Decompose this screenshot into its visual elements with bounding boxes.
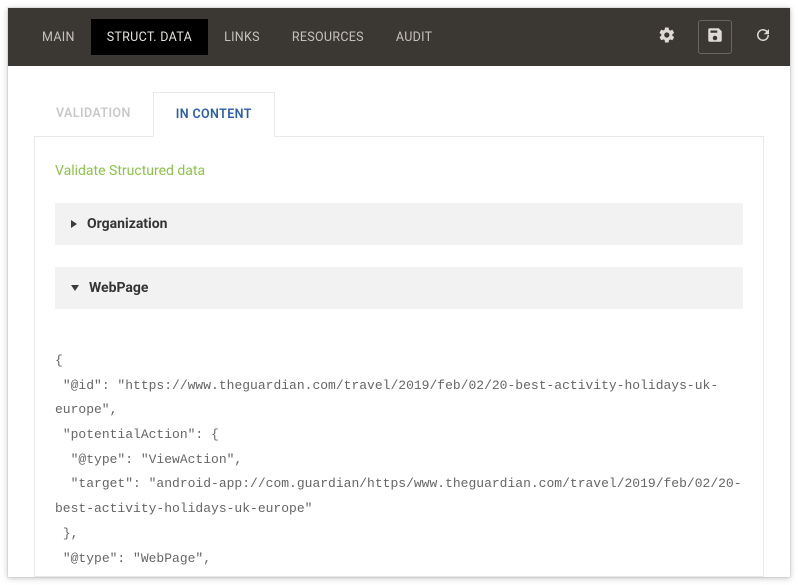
accordion-organization[interactable]: Organization (55, 203, 743, 245)
subtabs-wrapper: VALIDATION IN CONTENT (34, 92, 764, 137)
nav-tab-links[interactable]: LINKS (208, 19, 276, 55)
subtabs: VALIDATION IN CONTENT (34, 92, 764, 137)
nav-tab-struct-data[interactable]: STRUCT. DATA (91, 19, 208, 55)
nav-tab-main[interactable]: MAIN (26, 19, 91, 55)
top-nav: MAIN STRUCT. DATA LINKS RESOURCES AUDIT (8, 8, 790, 66)
refresh-icon (754, 26, 772, 48)
refresh-button[interactable] (746, 20, 780, 54)
chevron-right-icon (71, 220, 77, 228)
nav-tabs: MAIN STRUCT. DATA LINKS RESOURCES AUDIT (26, 8, 448, 66)
nav-tab-resources[interactable]: RESOURCES (276, 19, 380, 55)
top-icons (650, 20, 780, 54)
json-code-block: { "@id": "https://www.theguardian.com/tr… (55, 331, 743, 577)
subtab-in-content[interactable]: IN CONTENT (153, 92, 275, 137)
save-button[interactable] (698, 20, 732, 54)
subtab-validation[interactable]: VALIDATION (34, 92, 153, 136)
accordion: Organization WebPage { "@id": "https://w… (55, 203, 743, 577)
accordion-organization-title: Organization (87, 216, 168, 232)
accordion-webpage-title: WebPage (89, 280, 148, 296)
nav-tab-audit[interactable]: AUDIT (380, 19, 449, 55)
save-icon (706, 26, 724, 48)
content-area: VALIDATION IN CONTENT Validate Structure… (8, 66, 790, 577)
validate-structured-data-link[interactable]: Validate Structured data (55, 163, 743, 179)
accordion-webpage[interactable]: WebPage (55, 267, 743, 309)
chevron-down-icon (71, 285, 79, 291)
settings-button[interactable] (650, 20, 684, 54)
panel: Validate Structured data Organization We… (34, 137, 764, 577)
gear-icon (658, 26, 676, 48)
app-frame: MAIN STRUCT. DATA LINKS RESOURCES AUDIT (8, 8, 790, 577)
